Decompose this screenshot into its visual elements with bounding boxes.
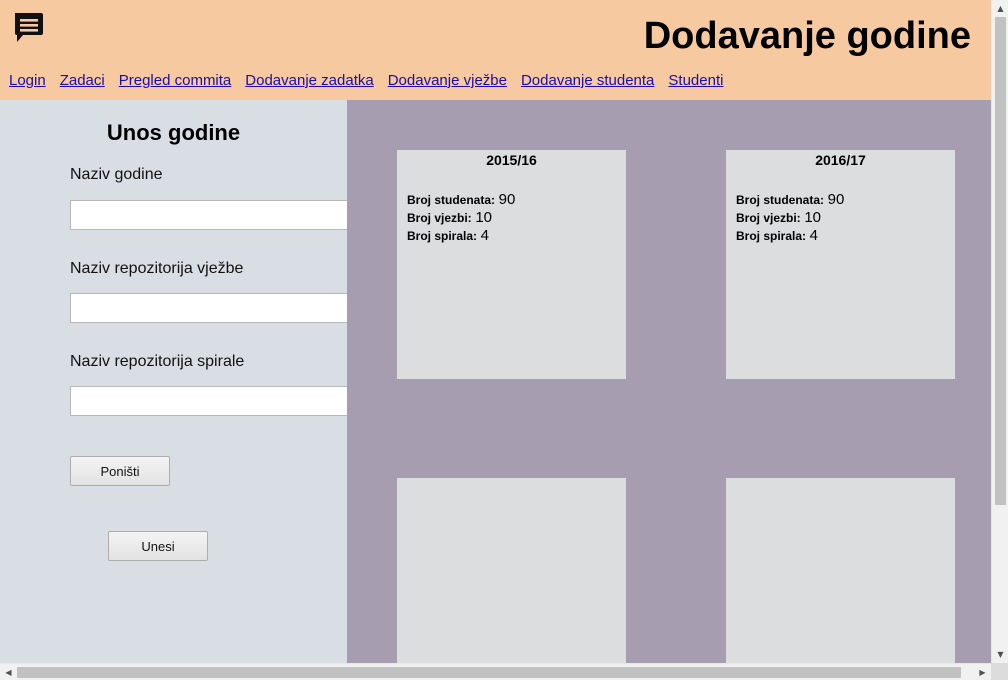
stat-label: Broj studenata: bbox=[736, 193, 825, 207]
year-card-title: 2015/16 bbox=[486, 152, 537, 168]
exercise-repo-input[interactable] bbox=[70, 293, 347, 323]
stat-row-spirals: Broj spirala: 4 bbox=[736, 227, 844, 245]
scrollbar-corner bbox=[991, 663, 1008, 680]
arrow-right-icon[interactable]: ▶ bbox=[974, 664, 991, 681]
form-title: Unos godine bbox=[106, 120, 241, 145]
nav-link-studenti[interactable]: Studenti bbox=[668, 72, 723, 89]
stat-label: Broj vjezbi: bbox=[407, 211, 472, 225]
page-viewport: Dodavanje godine Login Zadaci Pregled co… bbox=[0, 0, 991, 663]
submit-button[interactable]: Unesi bbox=[108, 531, 208, 561]
stat-value: 4 bbox=[809, 227, 818, 244]
arrow-left-icon[interactable]: ◀ bbox=[0, 664, 17, 681]
year-card-title: 2016/17 bbox=[815, 152, 866, 168]
header: Dodavanje godine Login Zadaci Pregled co… bbox=[0, 0, 991, 100]
vertical-scrollbar-thumb[interactable] bbox=[995, 17, 1006, 505]
stat-label: Broj spirala: bbox=[407, 229, 478, 243]
stat-row-students: Broj studenata: 90 bbox=[407, 191, 515, 209]
chat-bubble-icon bbox=[12, 11, 46, 45]
stat-row-students: Broj studenata: 90 bbox=[736, 191, 844, 209]
year-name-input[interactable] bbox=[70, 200, 347, 230]
arrow-up-icon[interactable]: ▲ bbox=[992, 0, 1008, 17]
vertical-scrollbar[interactable]: ▲ ▼ bbox=[991, 0, 1008, 663]
year-card-empty[interactable] bbox=[397, 478, 626, 663]
stat-value: 90 bbox=[498, 191, 516, 208]
nav-link-dodavanje-vjezbe[interactable]: Dodavanje vježbe bbox=[388, 72, 507, 89]
year-card[interactable]: 2016/17 Broj studenata: 90 Broj vjezbi: … bbox=[726, 150, 955, 379]
nav-link-pregled-commita[interactable]: Pregled commita bbox=[119, 72, 232, 89]
nav-link-dodavanje-studenta[interactable]: Dodavanje studenta bbox=[521, 72, 654, 89]
stat-value: 10 bbox=[475, 209, 492, 226]
year-form-panel: Unos godine Naziv godine Naziv repozitor… bbox=[0, 100, 347, 663]
spiral-repo-label: Naziv repozitorija spirale bbox=[70, 353, 245, 370]
arrow-down-icon[interactable]: ▼ bbox=[992, 646, 1008, 663]
stat-value: 90 bbox=[827, 191, 845, 208]
exercise-repo-label: Naziv repozitorija vježbe bbox=[70, 260, 244, 277]
page-title: Dodavanje godine bbox=[643, 15, 971, 57]
stat-row-exercises: Broj vjezbi: 10 bbox=[736, 209, 844, 227]
stat-value: 4 bbox=[480, 227, 489, 244]
reset-button[interactable]: Poništi bbox=[70, 456, 170, 486]
year-card-stats: Broj studenata: 90 Broj vjezbi: 10 Broj … bbox=[407, 191, 515, 245]
nav-link-zadaci[interactable]: Zadaci bbox=[60, 72, 105, 89]
year-card-stats: Broj studenata: 90 Broj vjezbi: 10 Broj … bbox=[736, 191, 844, 245]
nav-link-dodavanje-zadatka[interactable]: Dodavanje zadatka bbox=[245, 72, 373, 89]
stat-row-spirals: Broj spirala: 4 bbox=[407, 227, 515, 245]
year-name-label: Naziv godine bbox=[70, 166, 163, 183]
year-cards-area: 2015/16 Broj studenata: 90 Broj vjezbi: … bbox=[347, 100, 991, 663]
stat-label: Broj vjezbi: bbox=[736, 211, 801, 225]
year-card[interactable]: 2015/16 Broj studenata: 90 Broj vjezbi: … bbox=[397, 150, 626, 379]
stat-label: Broj studenata: bbox=[407, 193, 496, 207]
horizontal-scrollbar[interactable]: ◀ ▶ bbox=[0, 663, 991, 680]
horizontal-scrollbar-thumb[interactable] bbox=[17, 667, 961, 678]
stat-value: 10 bbox=[804, 209, 821, 226]
year-card-empty[interactable] bbox=[726, 478, 955, 663]
nav-link-login[interactable]: Login bbox=[9, 72, 46, 89]
stat-label: Broj spirala: bbox=[736, 229, 807, 243]
stat-row-exercises: Broj vjezbi: 10 bbox=[407, 209, 515, 227]
spiral-repo-input[interactable] bbox=[70, 386, 347, 416]
main-nav: Login Zadaci Pregled commita Dodavanje z… bbox=[9, 72, 723, 89]
